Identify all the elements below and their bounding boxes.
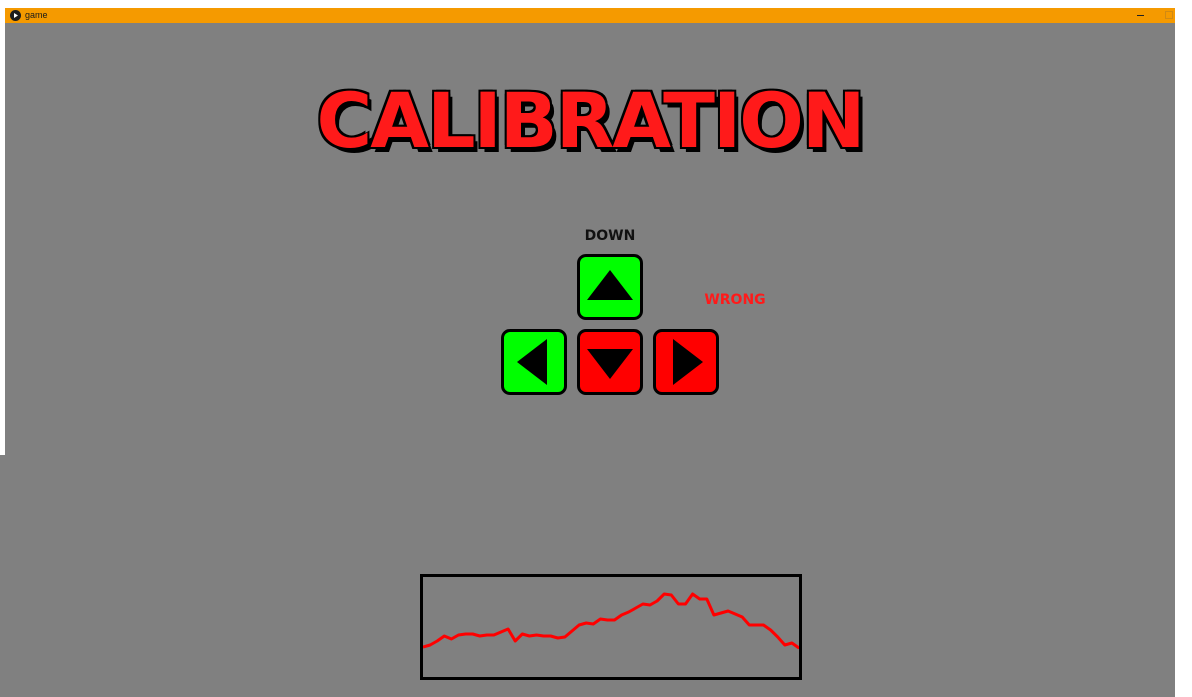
direction-prompt: DOWN (584, 228, 636, 244)
minimize-button[interactable] (1133, 8, 1149, 23)
down-arrow-key[interactable] (577, 329, 643, 395)
arrow-down-icon (587, 349, 633, 379)
up-arrow-key[interactable] (577, 254, 643, 320)
arrow-right-icon (673, 339, 703, 385)
minimize-icon (1137, 15, 1144, 16)
screen-right-edge (1175, 8, 1192, 697)
signal-graph-canvas (423, 592, 799, 650)
signal-line (423, 592, 799, 650)
arrow-up-icon (587, 270, 633, 300)
maximize-button[interactable] (1161, 8, 1177, 23)
arrow-left-icon (517, 339, 547, 385)
window-title: game (25, 10, 48, 20)
window-titlebar[interactable]: game (5, 8, 1175, 23)
game-title: CALIBRATION (316, 76, 866, 165)
maximize-icon (1165, 11, 1173, 19)
feedback-label: WRONG (704, 292, 766, 308)
right-arrow-key[interactable] (653, 329, 719, 395)
game-window: game CALIBRATION DOWN WRONG (5, 8, 1175, 697)
signal-graph (420, 574, 802, 680)
app-play-icon (10, 10, 21, 21)
left-arrow-key[interactable] (501, 329, 567, 395)
